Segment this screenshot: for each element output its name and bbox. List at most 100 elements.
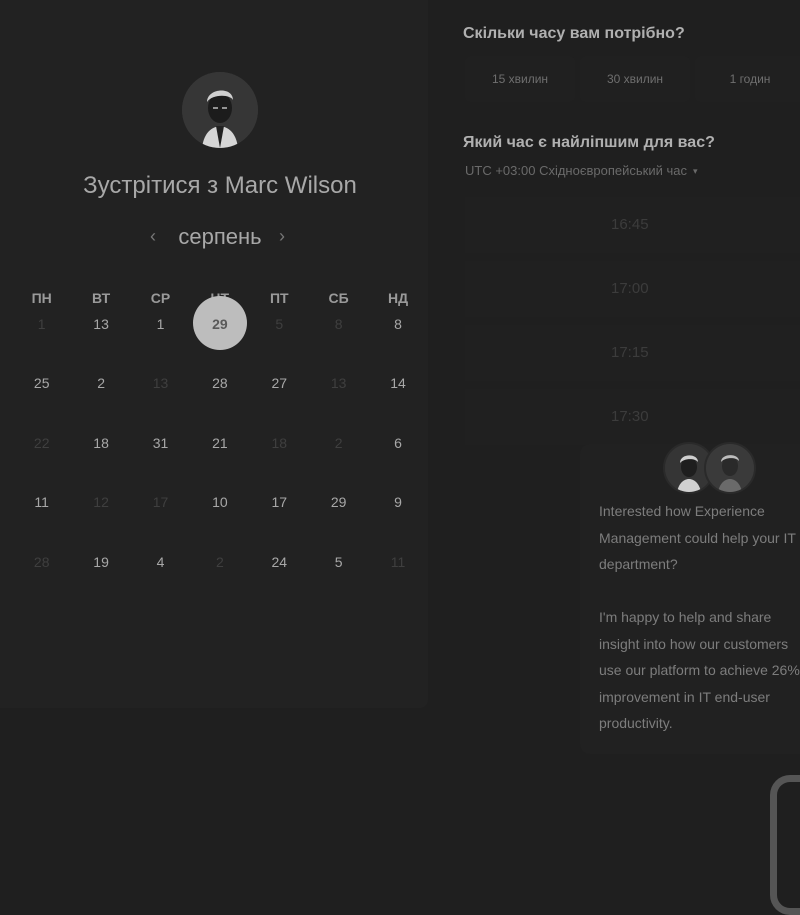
calendar-day-label: 13 (152, 375, 169, 391)
calendar-day: 13 (131, 369, 190, 397)
calendar-day-selected[interactable]: 29 (190, 296, 249, 350)
calendar-day-label: 17 (271, 494, 288, 510)
weekday-label: ВТ (92, 290, 111, 306)
calendar-day[interactable]: 19 (71, 548, 130, 576)
duration-option-60[interactable]: 1 годин (695, 56, 800, 102)
duration-option-15[interactable]: 15 хвилин (465, 56, 575, 102)
calendar-week: 22 18 31 21 18 2 6 (12, 429, 428, 457)
chat-line: insight into how our customers (599, 635, 789, 652)
calendar-day-label: 28 (33, 554, 50, 570)
calendar-day-label: 17 (152, 494, 169, 510)
weekday-label: СР (150, 290, 171, 306)
calendar-day-label: 19 (93, 554, 109, 570)
calendar-day[interactable]: 8 (368, 310, 427, 338)
timezone-select[interactable]: UTC +03:00 Східноєвропейський час ▾ (465, 163, 698, 178)
calendar-day-label: 4 (156, 554, 165, 570)
time-question: Який час є найліпшим для вас? (463, 134, 715, 151)
calendar-week: 25 2 13 28 27 13 14 (12, 369, 428, 397)
calendar-week: 1 13 1 29 5 8 8 (12, 296, 428, 350)
calendar-day: 17 (131, 488, 190, 516)
chevron-right-icon[interactable]: › (279, 226, 285, 247)
calendar-day-label: 12 (93, 494, 109, 510)
time-slot[interactable]: 17:15 (465, 325, 800, 381)
calendar-day[interactable]: 29 (309, 488, 368, 516)
calendar-day-label: 1 (37, 316, 46, 332)
calendar-day[interactable]: 17 (250, 488, 309, 516)
duration-options: 15 хвилин 30 хвилин 1 годин (465, 56, 800, 102)
calendar-day[interactable]: 4 (131, 548, 190, 576)
calendar-day-label: 21 (212, 435, 228, 451)
host-avatar (182, 72, 258, 148)
chat-message-2: I'm happy to help and share insight into… (599, 604, 800, 737)
calendar-day-label: 2 (215, 554, 224, 570)
calendar-day-label: 13 (330, 375, 347, 391)
calendar-day: 12 (71, 488, 130, 516)
calendar-day[interactable]: 24 (250, 548, 309, 576)
calendar-day-label: 28 (212, 375, 228, 391)
chat-message-1: Interested how Experience Management cou… (599, 498, 800, 578)
chat-line: Interested how Experience (599, 503, 765, 519)
duration-question: Скільки часу вам потрібно? (463, 25, 685, 42)
calendar-day[interactable]: 2 (71, 369, 130, 397)
calendar-day: 2 (190, 548, 249, 576)
meeting-title: Зустрітися з Marc Wilson (83, 172, 357, 199)
chat-avatar (704, 442, 756, 494)
time-slot[interactable]: 16:45 (465, 197, 800, 253)
time-slot-label: 17:30 (611, 408, 649, 425)
time-slot-label: 17:15 (611, 344, 649, 361)
calendar-day[interactable]: 18 (71, 429, 130, 457)
calendar-day-label: 29 (330, 494, 347, 510)
calendar-day-label: 29 (212, 316, 228, 332)
calendar-day-label: 22 (33, 435, 50, 451)
calendar-day-label: 2 (97, 375, 105, 391)
calendar-day-label: 14 (390, 375, 406, 391)
calendar-day[interactable]: 21 (190, 429, 249, 457)
calendar-day: 11 (368, 548, 427, 576)
duration-option-30[interactable]: 30 хвилин (580, 56, 690, 102)
weekday-label: ПН (31, 290, 52, 306)
chat-line: Management could help your IT (599, 529, 796, 546)
calendar-day[interactable]: 5 (309, 548, 368, 576)
calendar-day: 22 (12, 429, 71, 457)
calendar-day-label: 25 (33, 375, 50, 391)
calendar-week: 11 12 17 10 17 29 9 (12, 488, 428, 516)
time-slot[interactable]: 17:30 (465, 389, 800, 445)
calendar-week: 28 19 4 2 24 5 11 (12, 548, 428, 576)
time-slot-label: 17:00 (611, 280, 649, 297)
calendar-day[interactable]: 9 (368, 488, 427, 516)
timezone-label: UTC +03:00 Східноєвропейський час (465, 163, 687, 178)
calendar-day[interactable]: 1 (131, 310, 190, 338)
calendar-day[interactable]: 10 (190, 488, 249, 516)
chat-launcher-button[interactable] (770, 775, 800, 915)
calendar-day[interactable]: 28 (190, 369, 249, 397)
calendar-day-label: 8 (334, 316, 343, 332)
calendar-day-label: 10 (212, 494, 228, 510)
calendar-day[interactable]: 11 (12, 488, 71, 516)
calendar-day[interactable]: 13 (71, 310, 130, 338)
weekday-label: СБ (328, 290, 349, 306)
calendar-day[interactable]: 25 (12, 369, 71, 397)
calendar-day-label: 9 (394, 494, 402, 510)
chat-line: use our platform to achieve 26% (599, 662, 800, 678)
month-navigation: ‹ серпень › (0, 224, 440, 256)
calendar-day[interactable]: 27 (250, 369, 309, 397)
chat-line: productivity. (599, 715, 673, 731)
calendar-day-label: 18 (93, 435, 109, 451)
time-slot-label: 16:45 (611, 216, 649, 233)
chat-line: department? (599, 556, 678, 572)
calendar-day-label: 27 (271, 375, 288, 391)
chat-line: I'm happy to help and share (599, 609, 772, 625)
calendar-day: 5 (250, 310, 309, 338)
calendar-day-label: 5 (334, 554, 343, 570)
calendar-day-label: 5 (275, 316, 284, 332)
calendar-day[interactable]: 6 (368, 429, 427, 457)
calendar-day: 2 (309, 429, 368, 457)
calendar-day: 8 (309, 310, 368, 338)
time-slot[interactable]: 17:00 (465, 261, 800, 317)
calendar-day[interactable]: 14 (368, 369, 427, 397)
calendar-day: 18 (250, 429, 309, 457)
calendar-day-label: 11 (390, 554, 406, 570)
calendar-day[interactable]: 31 (131, 429, 190, 457)
weekday-label: ПТ (269, 290, 289, 306)
caret-down-icon: ▾ (692, 166, 698, 177)
